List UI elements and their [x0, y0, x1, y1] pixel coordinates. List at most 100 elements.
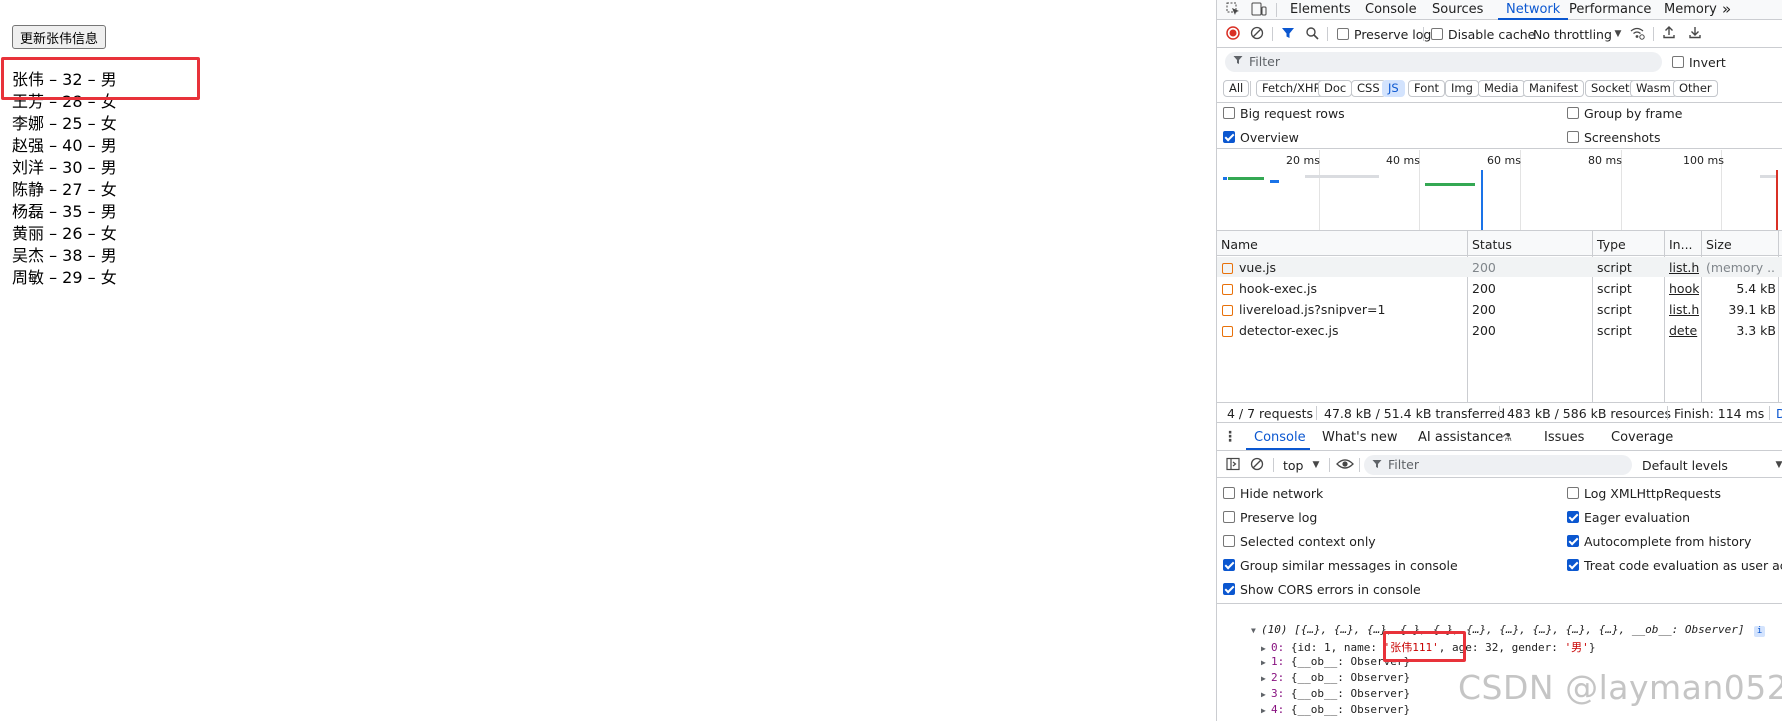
tab-performance[interactable]: Performance [1569, 0, 1651, 20]
inspect-element-icon[interactable] [1225, 2, 1241, 18]
screenshots-checkbox[interactable] [1567, 131, 1579, 143]
hide-network-checkbox[interactable] [1223, 487, 1235, 499]
chip-doc[interactable]: Doc [1318, 80, 1353, 97]
item-index: 4: [1271, 703, 1285, 716]
request-name[interactable]: hook-exec.js [1239, 281, 1465, 296]
drawer-tab-whats-new[interactable]: What's new [1322, 430, 1398, 445]
chip-manifest[interactable]: Manifest [1523, 80, 1585, 97]
chevron-down-icon[interactable]: ▼ [1613, 26, 1623, 42]
request-initiator[interactable]: hook [1669, 281, 1699, 296]
expand-triangle-icon[interactable]: ▶ [1261, 644, 1271, 653]
chip-css[interactable]: CSS [1351, 80, 1386, 97]
chip-other[interactable]: Other [1673, 80, 1718, 97]
export-har-icon[interactable] [1687, 25, 1703, 41]
treat-code-evaluation-checkbox[interactable] [1567, 559, 1579, 571]
column-header-size[interactable]: Size [1706, 237, 1732, 252]
clear-console-icon[interactable] [1249, 457, 1265, 473]
show-cors-errors-checkbox[interactable] [1223, 583, 1235, 595]
import-har-icon[interactable] [1661, 25, 1677, 41]
console-item[interactable]: ▶ 2: {__ob__: Observer} [1261, 671, 1410, 684]
preserve-log-checkbox[interactable] [1337, 28, 1349, 40]
expand-triangle-icon[interactable]: ▶ [1261, 658, 1271, 667]
drawer-tab-coverage[interactable]: Coverage [1611, 430, 1673, 445]
request-initiator[interactable]: list.h [1669, 260, 1699, 275]
selected-context-only-checkbox[interactable] [1223, 535, 1235, 547]
item-suffix: } [1588, 641, 1596, 654]
request-initiator[interactable]: dete [1669, 323, 1699, 338]
divider [1359, 458, 1360, 472]
expand-triangle-icon[interactable]: ▶ [1261, 674, 1271, 683]
clear-icon[interactable] [1249, 26, 1265, 42]
group-by-frame-checkbox[interactable] [1567, 107, 1579, 119]
chip-media[interactable]: Media [1478, 80, 1525, 97]
chip-wasm[interactable]: Wasm [1630, 80, 1677, 97]
eager-evaluation-checkbox[interactable] [1567, 511, 1579, 523]
network-conditions-icon[interactable] [1629, 26, 1645, 42]
watermark: CSDN @layman0528 [1458, 668, 1782, 707]
request-initiator[interactable]: list.h [1669, 302, 1699, 317]
column-header-name[interactable]: Name [1221, 237, 1258, 252]
console-item[interactable]: ▶ 3: {__ob__: Observer} [1261, 687, 1410, 700]
devtools-panel: Elements Console Sources Network Perform… [1216, 0, 1782, 721]
filter-funnel-icon[interactable] [1280, 26, 1296, 42]
item-text: {__ob__: Observer} [1290, 703, 1411, 716]
live-expression-eye-icon[interactable] [1336, 457, 1354, 473]
console-filter-input[interactable]: Filter [1364, 455, 1632, 475]
overview-checkbox[interactable] [1223, 131, 1235, 143]
context-selector[interactable]: top [1283, 458, 1303, 473]
log-xmlhttprequests-checkbox[interactable] [1567, 487, 1579, 499]
group-similar-checkbox[interactable] [1223, 559, 1235, 571]
console-array-summary[interactable]: ▼ (10) [{…}, {…}, {…}, {…}, {…}, {…}, {…}… [1251, 623, 1766, 637]
device-toolbar-icon[interactable] [1251, 2, 1267, 18]
person-item: 周敏 – 29 – 女 [12, 268, 117, 287]
timeline-load-marker [1776, 170, 1778, 230]
update-zhangwei-button[interactable]: 更新张伟信息 [12, 25, 107, 49]
expand-triangle-icon[interactable]: ▼ [1251, 626, 1261, 635]
network-filter-input[interactable]: Filter [1225, 52, 1662, 72]
tab-elements[interactable]: Elements [1290, 0, 1351, 20]
drawer-tab-issues[interactable]: Issues [1544, 430, 1584, 445]
drawer-tab-console[interactable]: Console [1254, 430, 1306, 445]
disable-cache-checkbox[interactable] [1431, 28, 1443, 40]
throttling-select[interactable]: No throttling [1533, 27, 1612, 42]
chip-js[interactable]: JS [1382, 80, 1405, 97]
chip-all[interactable]: All [1223, 80, 1250, 97]
log-levels-select[interactable]: Default levels [1642, 458, 1728, 473]
chip-img[interactable]: Img [1445, 80, 1479, 97]
autocomplete-history-checkbox[interactable] [1567, 535, 1579, 547]
chip-fetch-xhr[interactable]: Fetch/XHR [1256, 80, 1328, 97]
chevron-down-icon[interactable]: ▼ [1774, 457, 1782, 473]
autocomplete-history-label: Autocomplete from history [1584, 534, 1752, 549]
show-sidebar-icon[interactable] [1225, 457, 1241, 473]
screenshots-label: Screenshots [1584, 130, 1661, 145]
record-stop-icon[interactable] [1225, 26, 1241, 42]
console-toolbar: top ▼ Filter Default levels ▼ [1217, 452, 1782, 478]
console-item[interactable]: ▶ 4: {__ob__: Observer} [1261, 703, 1410, 716]
drawer-tab-ai-assistance[interactable]: AI assistance [1418, 430, 1503, 445]
request-name[interactable]: detector-exec.js [1239, 323, 1465, 338]
expand-triangle-icon[interactable]: ▶ [1261, 690, 1271, 699]
timeline-label: 80 ms [1588, 154, 1622, 167]
chevron-down-icon[interactable]: ▼ [1311, 457, 1321, 473]
search-icon[interactable] [1304, 26, 1320, 42]
divider [1316, 406, 1317, 420]
expand-triangle-icon[interactable]: ▶ [1261, 706, 1271, 715]
dom-content-loaded-time: DC [1776, 406, 1782, 421]
tab-memory[interactable]: Memory [1664, 0, 1717, 20]
big-request-rows-checkbox[interactable] [1223, 107, 1235, 119]
tab-network[interactable]: Network [1498, 0, 1569, 20]
invert-checkbox[interactable] [1672, 56, 1684, 68]
chip-socket[interactable]: Socket [1585, 80, 1636, 97]
column-header-status[interactable]: Status [1472, 237, 1512, 252]
column-header-initiator[interactable]: In... [1669, 237, 1693, 252]
highlight-box-name-value [1383, 631, 1466, 662]
preserve-log-console-checkbox[interactable] [1223, 511, 1235, 523]
chip-font[interactable]: Font [1408, 80, 1446, 97]
tab-sources[interactable]: Sources [1432, 0, 1483, 20]
column-header-type[interactable]: Type [1597, 237, 1626, 252]
request-name[interactable]: livereload.js?snipver=1 [1239, 302, 1465, 317]
tab-console[interactable]: Console [1365, 0, 1417, 20]
more-tabs-icon[interactable]: » [1722, 0, 1731, 20]
request-name[interactable]: vue.js [1239, 260, 1465, 275]
drawer-menu-icon[interactable]: ⋮ [1223, 429, 1237, 445]
